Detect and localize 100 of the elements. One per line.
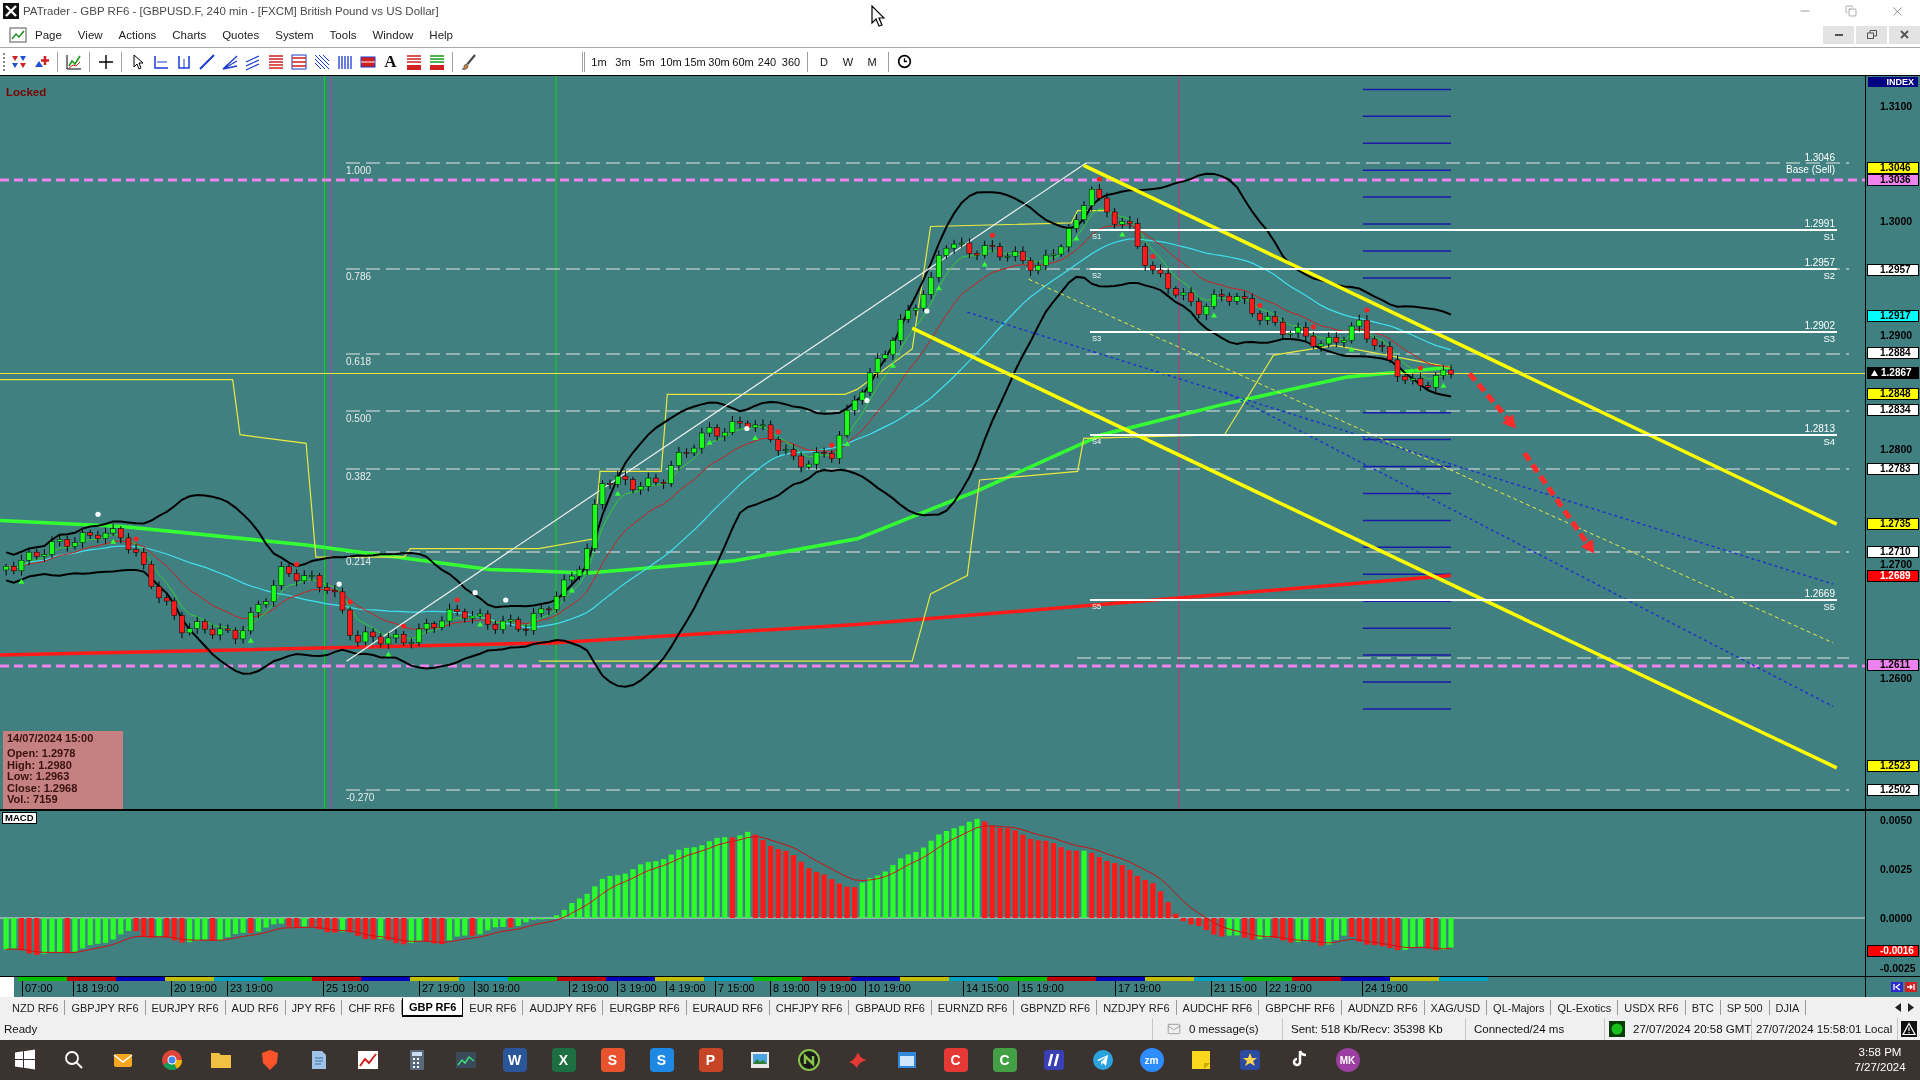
taskbar-app-button[interactable]: S	[649, 1048, 674, 1072]
symbol-tab[interactable]: GBPNZD RF6	[1014, 1000, 1098, 1015]
timeframe-button[interactable]: 30m	[708, 50, 730, 73]
buy-signal-marker	[614, 490, 621, 496]
trend-line-icon	[197, 52, 216, 71]
period-button[interactable]: M	[861, 50, 883, 73]
chart-window-icon[interactable]	[355, 1048, 380, 1072]
taskbar-app-button[interactable]: S	[600, 1048, 625, 1072]
symbol-tab[interactable]: GBPAUD RF6	[849, 1000, 932, 1015]
symbol-tab[interactable]: GBP RF6	[401, 998, 464, 1017]
timeframe-button[interactable]: 360	[780, 50, 802, 73]
timeframe-button[interactable]: 3m	[612, 50, 634, 73]
child-minimize-button[interactable]	[1823, 25, 1854, 44]
symbol-tab[interactable]: XAG/USD	[1424, 1000, 1488, 1015]
symbol-tab[interactable]: EURJPY RF6	[145, 1000, 226, 1015]
symbol-tab[interactable]: EUR RF6	[463, 1000, 524, 1015]
buy-signal-marker	[110, 538, 117, 544]
symbol-tab[interactable]: DJIA	[1769, 1000, 1807, 1015]
symbol-tab[interactable]: CHF RF6	[342, 1000, 402, 1015]
base-level-price: 1.3046	[1804, 152, 1835, 163]
connection-status-icon	[1609, 1021, 1625, 1037]
time-axis-label: 23 19:00	[227, 981, 273, 996]
scroll-left-icon[interactable]	[1895, 1003, 1901, 1012]
child-close-button[interactable]	[1889, 25, 1920, 44]
scroll-to-start-icon[interactable]	[1891, 982, 1903, 992]
sell-signal-marker	[347, 599, 353, 605]
support-level-price: 1.2669	[1804, 588, 1835, 599]
scroll-to-end-icon[interactable]	[1905, 982, 1917, 992]
app-logo-icon	[3, 3, 19, 19]
taskbar-date: 7/27/2024	[1854, 1060, 1906, 1075]
level-lines-icon	[289, 52, 308, 71]
taskbar-app-button[interactable]: C	[943, 1048, 968, 1072]
scroll-right-icon[interactable]	[1908, 1003, 1914, 1012]
symbol-tab[interactable]: EURGBP RF6	[603, 1000, 687, 1015]
symbol-tab[interactable]: BTC	[1685, 1000, 1721, 1015]
symbol-tab[interactable]: AUDNZD RF6	[1341, 1000, 1425, 1015]
menu-item[interactable]: System	[267, 25, 322, 44]
candle-value-text: Open: 1.2978	[7, 748, 77, 760]
restore-icon	[1866, 30, 1877, 39]
axis-corner-block	[0, 977, 14, 997]
chart-icon	[9, 26, 27, 43]
candle-value-text: Close: 1.2968	[7, 782, 79, 795]
support-level-label: S3	[1823, 333, 1835, 344]
timeframe-button[interactable]: 60m	[732, 50, 754, 73]
timeframe-button[interactable]: 240	[756, 50, 778, 73]
symbol-tab[interactable]: NZD RF6	[6, 1000, 66, 1015]
window-title: PATrader - GBP RF6 - [GBPUSD.F, 240 min - [FXCM] British Pound vs US Dollar]	[23, 5, 439, 17]
pivot-dot	[924, 308, 930, 314]
menu-item[interactable]: Actions	[110, 25, 165, 44]
taskbar-app-button[interactable]: P	[698, 1048, 723, 1072]
base-level-label: Base (Sell)	[1786, 164, 1835, 175]
menu-item[interactable]: View	[69, 25, 111, 44]
sell-signal-marker	[829, 442, 835, 448]
taskbar-app-button[interactable]: W	[502, 1048, 527, 1072]
timeframe-button[interactable]: 1m	[588, 50, 610, 73]
fibonacci-level-label: 0.786	[346, 271, 372, 282]
menu-item[interactable]: Charts	[164, 25, 215, 44]
buy-signal-marker	[568, 587, 575, 593]
menu-item[interactable]: Tools	[321, 25, 365, 44]
buy-signal-marker	[477, 621, 484, 627]
menu-item[interactable]: Page	[27, 25, 70, 44]
price-tick-label: 1.2800	[1880, 443, 1913, 455]
symbol-tab[interactable]: EURAUD RF6	[686, 1000, 770, 1015]
circle-logo-icon[interactable]	[796, 1048, 821, 1072]
symbol-tab[interactable]: SP 500	[1720, 1000, 1770, 1015]
macd-value-tag: -0.0016	[1867, 945, 1919, 957]
timeframe-button[interactable]: 10m	[660, 50, 682, 73]
period-button[interactable]: D	[813, 50, 835, 73]
timeframe-button[interactable]: 15m	[684, 50, 706, 73]
taskbar-app-button[interactable]: X	[551, 1048, 576, 1072]
symbol-tab[interactable]: GBPCHF RF6	[1259, 1000, 1342, 1015]
paper-plane-icon[interactable]	[1090, 1048, 1115, 1072]
menu-item[interactable]: Window	[364, 25, 422, 44]
symbol-tab[interactable]: AUDCHF RF6	[1176, 1000, 1260, 1015]
time-axis-label: 17 19:00	[1115, 981, 1161, 996]
symbol-tab[interactable]: CHFJPY RF6	[769, 1000, 850, 1015]
symbol-tab[interactable]: AUDJPY RF6	[523, 1000, 604, 1015]
symbol-tab[interactable]: JPY RF6	[285, 1000, 343, 1015]
symbol-tab[interactable]: NZDJPY RF6	[1097, 1000, 1177, 1015]
symbol-tab[interactable]: EURNZD RF6	[931, 1000, 1015, 1015]
symbol-tab[interactable]: USDX RF6	[1618, 1000, 1686, 1015]
period-button[interactable]: W	[837, 50, 859, 73]
slashes-tile-icon[interactable]	[1041, 1048, 1066, 1072]
buy-signal-marker	[1073, 235, 1080, 241]
sell-signal-marker	[1417, 365, 1423, 371]
buy-signal-marker	[844, 440, 851, 446]
text-tool-button[interactable]: A	[380, 50, 401, 73]
time-axis-label: 15 19:00	[1018, 981, 1064, 996]
windows-logo-icon[interactable]	[12, 1048, 37, 1072]
symbol-tab[interactable]: QL-Majors	[1487, 1000, 1552, 1015]
timeframe-button[interactable]: 5m	[636, 50, 658, 73]
child-restore-button[interactable]	[1856, 25, 1887, 44]
user-avatar[interactable]: MK	[1335, 1048, 1360, 1072]
menu-item[interactable]: Quotes	[214, 25, 268, 44]
round-browser-icon[interactable]	[159, 1048, 184, 1072]
symbol-tab[interactable]: QL-Exotics	[1551, 1000, 1619, 1015]
symbol-tab[interactable]: GBPJPY RF6	[65, 1000, 146, 1015]
symbol-tab[interactable]: AUD RF6	[225, 1000, 286, 1015]
menu-item[interactable]: Help	[421, 25, 461, 44]
sell-signal-marker	[1310, 324, 1316, 330]
